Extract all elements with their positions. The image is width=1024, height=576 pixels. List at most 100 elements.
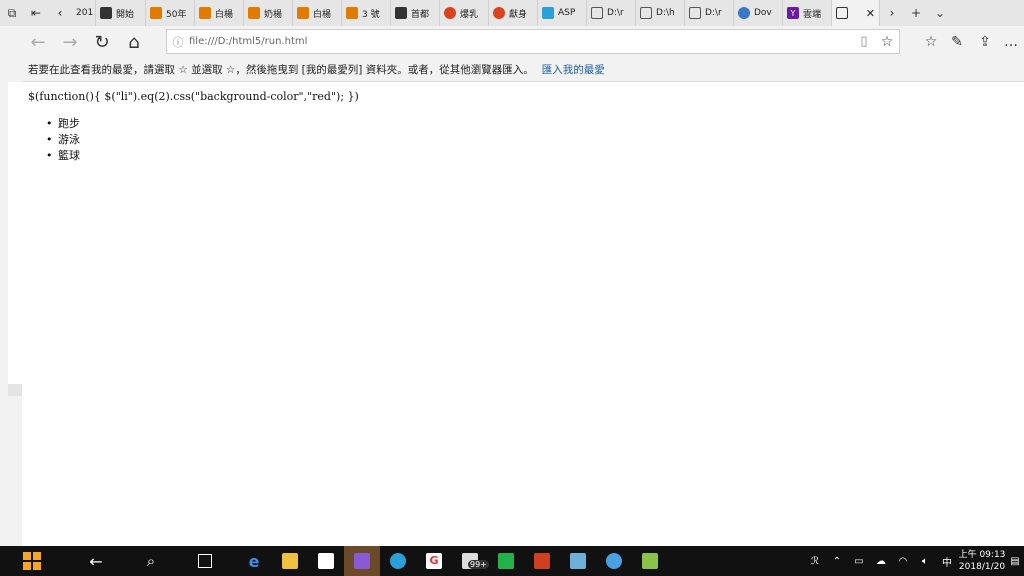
asp-icon (542, 7, 554, 19)
mail-icon[interactable]: 99+ (452, 546, 489, 576)
list-item: 游泳 (46, 132, 80, 148)
web-note-icon[interactable]: ✎ (944, 34, 970, 50)
app-icon[interactable] (524, 546, 560, 576)
action-center-icon[interactable]: ▤ (1006, 556, 1024, 567)
back-icon[interactable]: ← (22, 26, 54, 58)
tab-item[interactable]: 開始 (96, 0, 146, 26)
tab-item[interactable]: ASP (538, 0, 587, 26)
close-tab-icon[interactable]: ✕ (866, 7, 875, 20)
show-hidden-icons-chevron-icon[interactable]: ⌃ (826, 556, 848, 567)
tab-item[interactable]: 首都 (391, 0, 440, 26)
search-icon[interactable]: ⌕ (128, 546, 174, 576)
tab-item[interactable]: 爆乳 (440, 0, 489, 26)
forward-icon[interactable]: → (54, 26, 86, 58)
tab-item[interactable]: D:\r (587, 0, 636, 26)
volume-icon[interactable]: 🔈︎ (914, 556, 936, 567)
bookmark-icon (248, 7, 260, 19)
app-icon[interactable] (560, 546, 596, 576)
home-icon[interactable]: ⌂ (118, 26, 150, 58)
tab-label: 白楊 (215, 9, 234, 20)
onedrive-icon[interactable]: ☁ (870, 556, 892, 567)
list-item: 籃球 (46, 148, 80, 164)
tab-item[interactable]: 3 號 (342, 0, 391, 26)
tab-label: Dov (754, 8, 772, 18)
share-icon[interactable]: ⇪ (970, 34, 1000, 50)
dark-box-icon (100, 7, 112, 19)
tab-label: 白楊 (313, 9, 332, 20)
tab-item[interactable]: 白楊 (195, 0, 244, 26)
favorites-hint-text: 若要在此查看我的最愛，請選取 ☆ 並選取 ☆，然後拖曳到 [我的最愛列] 資料夾… (28, 64, 534, 76)
circle-icon (493, 7, 505, 19)
ime-indicator[interactable]: 中 (936, 554, 958, 569)
new-tab-icon[interactable]: + (904, 0, 928, 26)
google-icon[interactable]: G (416, 546, 452, 576)
app-icon[interactable] (380, 546, 416, 576)
list-item: 跑步 (46, 116, 80, 132)
tab-label: 爆乳 (460, 9, 479, 20)
tab-item[interactable]: Dov (734, 0, 783, 26)
set-aside-tabs-icon[interactable]: ⇤ (24, 0, 48, 26)
clock[interactable]: 上午 09:13 2018/1/20 (958, 549, 1006, 573)
tab-label: 雲端 (803, 9, 822, 20)
tab-item[interactable]: 奶楊 (244, 0, 293, 26)
favorite-star-icon[interactable]: ☆ (875, 34, 899, 50)
tab-actions-icon[interactable]: ⧉ (0, 0, 24, 26)
back-arrow-icon[interactable]: ← (64, 546, 128, 576)
app-icon[interactable] (596, 546, 632, 576)
window-icon (640, 7, 652, 19)
edge-icon[interactable]: e (236, 546, 272, 576)
file-explorer-icon[interactable] (272, 546, 308, 576)
line-icon[interactable] (488, 546, 524, 576)
tab-item[interactable]: Y 雲端 (783, 0, 832, 26)
circle-icon (444, 7, 456, 19)
address-bar[interactable]: ⓘ file:///D:/html5/run.html ▯ ☆ (166, 29, 900, 54)
notepad-icon[interactable] (632, 546, 668, 576)
code-text: $(function(){ $("li").eq(2).css("backgro… (28, 90, 359, 103)
tab-item[interactable]: D:\r (685, 0, 734, 26)
left-edge-marker (8, 384, 22, 396)
favorites-bar: 若要在此查看我的最愛，請選取 ☆ 並選取 ☆，然後拖曳到 [我的最愛列] 資料夾… (22, 58, 1024, 82)
tab-item[interactable]: D:\h (636, 0, 685, 26)
tab-label: D:\h (656, 8, 675, 18)
tab-label: 3 號 (362, 9, 380, 20)
more-icon[interactable]: … (1000, 34, 1022, 50)
tab-label: D:\r (705, 8, 722, 18)
start-icon[interactable] (0, 546, 64, 576)
clock-time: 上午 09:13 (958, 550, 1006, 560)
window-icon (591, 7, 603, 19)
tab-label: D:\r (607, 8, 624, 18)
tab-active[interactable]: ✕ (832, 0, 880, 26)
sports-list: 跑步 游泳 籃球 (46, 116, 80, 164)
battery-icon[interactable]: ▭ (848, 556, 870, 567)
scroll-tabs-right-icon[interactable]: › (880, 0, 904, 26)
edge-icon (738, 7, 750, 19)
bookmark-icon (150, 7, 162, 19)
yahoo-icon: Y (787, 7, 799, 19)
tab-item[interactable]: 201 (72, 0, 96, 26)
tab-item[interactable]: 獻身 (489, 0, 538, 26)
task-view-icon[interactable] (174, 546, 236, 576)
tab-label: 奶楊 (264, 9, 283, 20)
tab-label: 50年 (166, 9, 187, 20)
address-url[interactable]: file:///D:/html5/run.html (189, 36, 853, 47)
notification-badge: 99+ (468, 560, 489, 569)
tab-label: 獻身 (509, 9, 528, 20)
tab-item[interactable]: 50年 (146, 0, 195, 26)
people-icon[interactable]: ℛ (804, 556, 826, 567)
tab-label: ASP (558, 8, 576, 18)
refresh-icon[interactable]: ↻ (86, 26, 118, 58)
left-edge-gap (8, 82, 22, 384)
clock-date: 2018/1/20 (958, 562, 1006, 572)
scroll-tabs-left-icon[interactable]: ‹ (48, 0, 72, 26)
tab-list-chevron-icon[interactable]: ⌄ (928, 0, 952, 26)
tab-bar: ⧉ ⇤ ‹ 201 開始 50年 白楊 奶楊 白楊 3 號 首都 爆乳 獻身 A… (0, 0, 1024, 26)
tab-label: 開始 (116, 9, 135, 20)
visual-studio-icon[interactable] (344, 546, 380, 576)
wifi-icon[interactable]: ◠ (892, 556, 914, 567)
import-favorites-link[interactable]: 匯入我的最愛 (542, 62, 605, 77)
tab-item[interactable]: 白楊 (293, 0, 342, 26)
reading-view-icon[interactable]: ▯ (853, 34, 875, 49)
hub-icon[interactable]: ☆ (918, 34, 944, 50)
info-icon[interactable]: ⓘ (167, 34, 189, 50)
store-icon[interactable] (308, 546, 344, 576)
